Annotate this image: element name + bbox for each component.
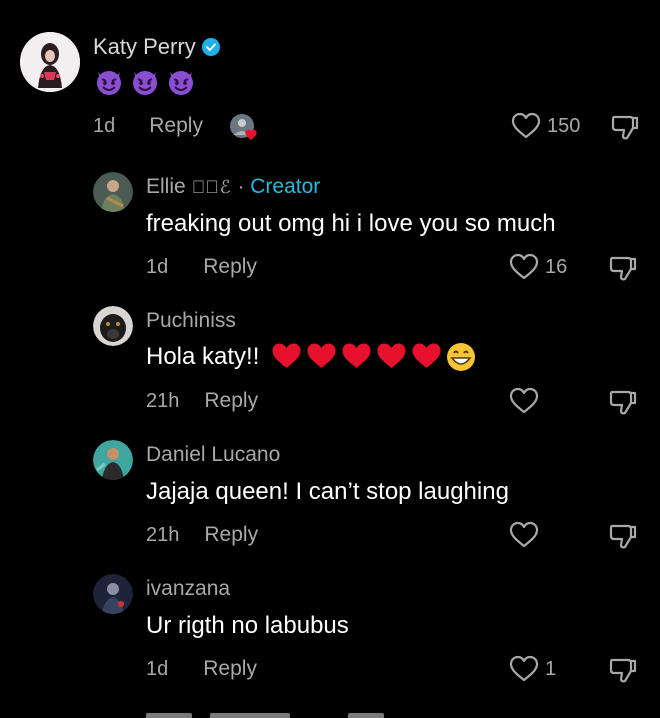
comment-text: Jajaja queen! I can’t stop laughing <box>146 478 509 505</box>
heart-outline-icon <box>509 387 539 414</box>
comment-username[interactable]: Puchiniss <box>146 309 236 333</box>
devil-emoji <box>94 66 124 101</box>
like-button[interactable]: 1 <box>509 655 556 683</box>
avatar-puchiniss[interactable] <box>93 306 133 346</box>
comment-text: Ur rigth no labubus <box>146 612 349 639</box>
dislike-button[interactable] <box>608 253 638 288</box>
comment-text: Hola katy!! <box>146 343 260 370</box>
red-heart-emoji <box>342 343 371 368</box>
reply-button[interactable]: Reply <box>203 255 257 279</box>
username-decoration: ℱ⃝ℰ <box>191 176 232 197</box>
like-button[interactable]: 16 <box>509 253 567 281</box>
separator-dot: · <box>237 175 245 198</box>
red-heart-emoji <box>307 343 336 368</box>
comment-text: freaking out omg hi i love you so much <box>146 210 556 237</box>
dislike-button[interactable] <box>610 112 640 147</box>
comment-text-row: Hola katy!! <box>146 342 476 372</box>
reply-button[interactable]: Reply <box>204 523 258 547</box>
thumbs-down-icon <box>609 256 637 281</box>
ellie-avatar-image <box>93 172 133 212</box>
grinning-emoji <box>447 343 476 371</box>
ivanzana-avatar-image <box>93 574 133 614</box>
red-heart-emoji <box>412 343 441 368</box>
thumbs-down-icon <box>611 115 639 140</box>
next-comment-partial <box>146 713 386 718</box>
creator-liked-indicator <box>229 113 257 140</box>
comment-time: 1d <box>146 657 169 680</box>
reply-button[interactable]: Reply <box>203 657 257 681</box>
dislike-button[interactable] <box>608 387 638 422</box>
katy-perry-avatar-image <box>20 32 80 92</box>
comment-time: 21h <box>146 523 180 546</box>
thumbs-down-icon <box>609 658 637 683</box>
comment-time: 1d <box>146 255 169 278</box>
comment-time: 1d <box>93 114 116 137</box>
comment-username[interactable]: Daniel Lucano <box>146 443 280 467</box>
comment-username[interactable]: Ellie <box>146 175 186 199</box>
heart-outline-icon <box>511 112 541 139</box>
creator-badge: Creator <box>250 175 321 198</box>
comment-emojis <box>271 342 476 372</box>
heart-outline-icon <box>509 253 539 280</box>
verified-badge-icon <box>201 38 220 56</box>
like-button[interactable] <box>509 521 539 549</box>
avatar-daniel-lucano[interactable] <box>93 440 133 480</box>
like-button[interactable] <box>509 387 539 415</box>
like-button[interactable]: 150 <box>511 112 580 140</box>
comment-username[interactable]: ivanzana <box>146 577 230 601</box>
comment-username[interactable]: Katy Perry <box>93 34 196 60</box>
avatar-ivanzana[interactable] <box>93 574 133 614</box>
devil-emoji <box>166 66 196 101</box>
daniel-lucano-avatar-image <box>93 440 133 480</box>
comment-time: 21h <box>146 389 180 412</box>
like-count: 16 <box>545 255 568 278</box>
red-heart-emoji <box>272 343 301 368</box>
heart-outline-icon <box>509 521 539 548</box>
reply-button[interactable]: Reply <box>149 114 203 138</box>
heart-outline-icon <box>509 655 539 682</box>
avatar-ellie[interactable] <box>93 172 133 212</box>
thumbs-down-icon <box>609 524 637 549</box>
like-count: 1 <box>545 657 557 680</box>
puchiniss-avatar-image <box>93 306 133 346</box>
dislike-button[interactable] <box>608 655 638 690</box>
reply-button[interactable]: Reply <box>204 389 258 413</box>
comment-text-emojis <box>94 66 196 101</box>
thumbs-down-icon <box>609 390 637 415</box>
avatar-katy-perry[interactable] <box>20 32 80 92</box>
red-heart-emoji <box>377 343 406 368</box>
like-count: 150 <box>547 114 581 137</box>
dislike-button[interactable] <box>608 521 638 556</box>
devil-emoji <box>130 66 160 101</box>
